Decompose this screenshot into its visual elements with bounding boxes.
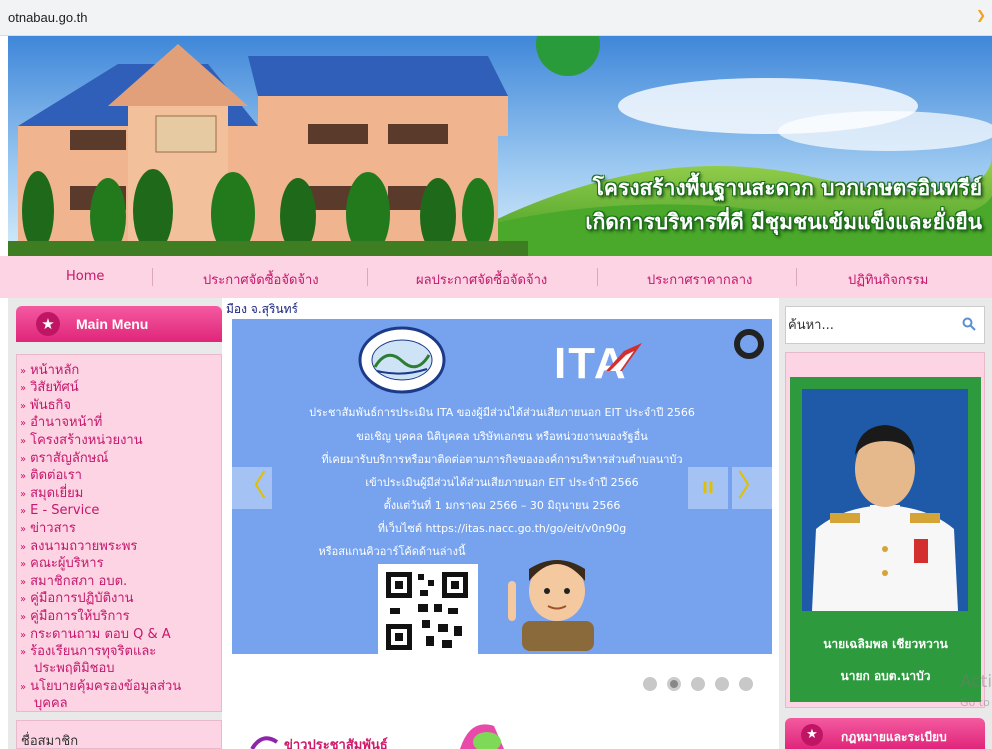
executive-photo xyxy=(802,389,968,611)
main-menu-header: ★ Main Menu xyxy=(16,306,222,342)
law-regulations-header[interactable]: ★ กฎหมายและระเบียบ xyxy=(785,718,985,749)
nabua-seal-logo xyxy=(358,326,446,394)
menu-item-complaint[interactable]: » ร้องเรียนการทุจริตและ ประพฤติมิชอบ xyxy=(20,644,156,677)
top-nav: Home ประกาศจัดซื้อจัดจ้าง ผลประกาศจัดซื้… xyxy=(0,256,992,298)
menu-item-council[interactable]: » สมาชิกสภา อบต. xyxy=(20,574,127,591)
menu-item-operation-manual[interactable]: » คู่มือการปฏิบัติงาน xyxy=(20,591,134,608)
double-arrow-icon: » xyxy=(20,577,27,588)
star-icon: ★ xyxy=(801,724,823,746)
double-arrow-icon: » xyxy=(20,401,27,412)
qr-code-image xyxy=(386,572,468,650)
double-arrow-icon: » xyxy=(20,647,27,658)
double-arrow-icon: » xyxy=(20,630,27,641)
menu-item-executives[interactable]: » คณะผู้บริหาร xyxy=(20,556,104,573)
executive-panel: นายเฉลิมพล เชียวหวาน นายก อบต.นาบัว xyxy=(785,352,985,708)
officer-cartoon-illustration xyxy=(508,560,594,651)
executive-portrait xyxy=(802,389,968,611)
search-box xyxy=(785,306,985,344)
slider-dot[interactable] xyxy=(691,677,705,691)
slider-dot[interactable] xyxy=(739,677,753,691)
member-box: ชื่อสมาชิก xyxy=(16,720,222,749)
slide-line: ที่เคยมารับบริการหรือมาติดต่อตามภารกิจขอ… xyxy=(321,453,683,466)
nav-divider xyxy=(367,268,368,286)
slider-next-button[interactable]: 〉 xyxy=(732,467,772,509)
url-text[interactable]: otnabau.go.th xyxy=(8,10,88,25)
menu-item-service-manual[interactable]: » คู่มือการให้บริการ xyxy=(20,609,130,626)
double-arrow-icon: » xyxy=(20,489,27,500)
breadcrumb: มือง จ.สุรินทร์ xyxy=(226,302,298,316)
double-arrow-icon: » xyxy=(20,383,27,394)
executive-position: นายก อบต.นาบัว xyxy=(840,669,931,683)
double-arrow-icon: » xyxy=(20,454,27,465)
nav-home[interactable]: Home xyxy=(66,269,104,284)
nav-divider xyxy=(796,268,797,286)
menu-item-guestbook[interactable]: » สมุดเยี่ยม xyxy=(20,486,83,503)
slider-prev-button[interactable]: 〈 xyxy=(232,467,272,509)
executive-card: นายเฉลิมพล เชียวหวาน นายก อบต.นาบัว xyxy=(790,377,981,702)
ita-check-mark-icon xyxy=(606,343,642,371)
search-icon[interactable] xyxy=(962,317,976,331)
slide-line: ประชาสัมพันธ์การประเมิน ITA ของผู้มีส่วน… xyxy=(309,406,695,419)
double-arrow-icon: » xyxy=(20,524,27,535)
browser-url-bar[interactable]: otnabau.go.th ❯ xyxy=(0,0,992,36)
slide-line: ที่เว็บไซต์ https://itas.nacc.go.th/go/e… xyxy=(377,522,627,535)
nav-divider xyxy=(597,268,598,286)
menu-item-eservice[interactable]: » E - Service xyxy=(20,503,99,520)
main-menu-title: Main Menu xyxy=(76,316,149,332)
executive-name: นายเฉลิมพล เชียวหวาน xyxy=(823,637,948,651)
nav-procurement-announcements[interactable]: ประกาศจัดซื้อจัดจ้าง xyxy=(203,269,319,290)
menu-item-news[interactable]: » ข่าวสาร xyxy=(20,521,76,538)
double-arrow-icon: » xyxy=(20,594,27,605)
menu-item-structure[interactable]: » โครงสร้างหน่วยงาน xyxy=(20,433,143,450)
nav-activity-calendar[interactable]: ปฏิทินกิจกรรม xyxy=(848,269,928,290)
nav-procurement-results[interactable]: ผลประกาศจัดซื้อจัดจ้าง xyxy=(416,269,547,290)
slider-dot-active[interactable] xyxy=(667,677,681,691)
windows-activation-watermark-sub: Go to xyxy=(960,696,990,709)
double-arrow-icon: » xyxy=(20,436,27,447)
double-arrow-icon: » xyxy=(20,542,27,553)
windows-activation-watermark: Acti xyxy=(960,672,992,692)
header-banner: โครงสร้างพื้นฐานสะดวก บวกเกษตรอินทรีย์ เ… xyxy=(8,36,992,256)
double-arrow-icon: » xyxy=(20,366,27,377)
menu-item-vision[interactable]: » วิสัยทัศน์ xyxy=(20,380,79,397)
menu-item-authority[interactable]: » อำนาจหน้าที่ xyxy=(20,415,102,432)
menu-item-privacy-policy[interactable]: » นโยบายคุ้มครองข้อมูลส่วน บุคคล xyxy=(20,679,181,712)
news-slider[interactable]: ITA ประชาสัมพันธ์การประเมิน ITA ของผู้มี… xyxy=(232,319,772,654)
law-regulations-title: กฎหมายและระเบียบ xyxy=(841,730,947,744)
star-icon: ★ xyxy=(36,312,60,336)
slider-dot[interactable] xyxy=(715,677,729,691)
menu-item-blessing[interactable]: » ลงนามถวายพระพร xyxy=(20,539,137,556)
qr-code xyxy=(378,564,478,654)
news-banner-text: ข่าวประชาสัมพันธ์ xyxy=(284,738,388,749)
double-arrow-icon: » xyxy=(20,612,27,623)
menu-item-mission[interactable]: » พันธกิจ xyxy=(20,398,71,415)
main-menu-list: » หน้าหลัก » วิสัยทัศน์ » พันธกิจ » อำนาจหน้… xyxy=(16,354,222,712)
slider-pause-button[interactable]: II xyxy=(688,467,728,509)
double-arrow-icon: » xyxy=(20,559,27,570)
slider-dot[interactable] xyxy=(643,677,657,691)
banner-slogan-line1: โครงสร้างพื้นฐานสะดวก บวกเกษตรอินทรีย์ xyxy=(592,176,982,200)
left-sidebar: ★ Main Menu » หน้าหลัก » วิสัยทัศน์ » พันธก… xyxy=(8,298,222,749)
banner-slogan-line2: เกิดการบริหารที่ดี มีชุมชนเข้มแข็งและยั่… xyxy=(585,210,982,234)
menu-item-home[interactable]: » หน้าหลัก xyxy=(20,363,79,380)
menu-item-qa-board[interactable]: » กระดานถาม ตอบ Q & A xyxy=(20,627,171,644)
menu-item-emblem[interactable]: » ตราสัญลักษณ์ xyxy=(20,451,108,468)
double-arrow-icon: » xyxy=(20,471,27,482)
news-announcement-banner[interactable]: ข่าวประชาสัมพันธ์ xyxy=(232,712,772,749)
double-arrow-icon: » xyxy=(20,682,27,693)
member-label: ชื่อสมาชิก xyxy=(21,734,79,749)
double-arrow-icon: » xyxy=(20,418,27,429)
search-input[interactable] xyxy=(788,311,958,339)
address-bar-edge-icon: ❯ xyxy=(975,8,986,22)
slide-line: ขอเชิญ บุคคล นิติบุคคล บริษัทเอกชน หรือห… xyxy=(356,430,648,443)
nav-median-price[interactable]: ประกาศราคากลาง xyxy=(647,269,752,290)
double-arrow-icon: » xyxy=(20,506,27,517)
menu-item-contact[interactable]: » ติดต่อเรา xyxy=(20,468,82,485)
nav-divider xyxy=(152,268,153,286)
circle-icon xyxy=(734,329,764,359)
